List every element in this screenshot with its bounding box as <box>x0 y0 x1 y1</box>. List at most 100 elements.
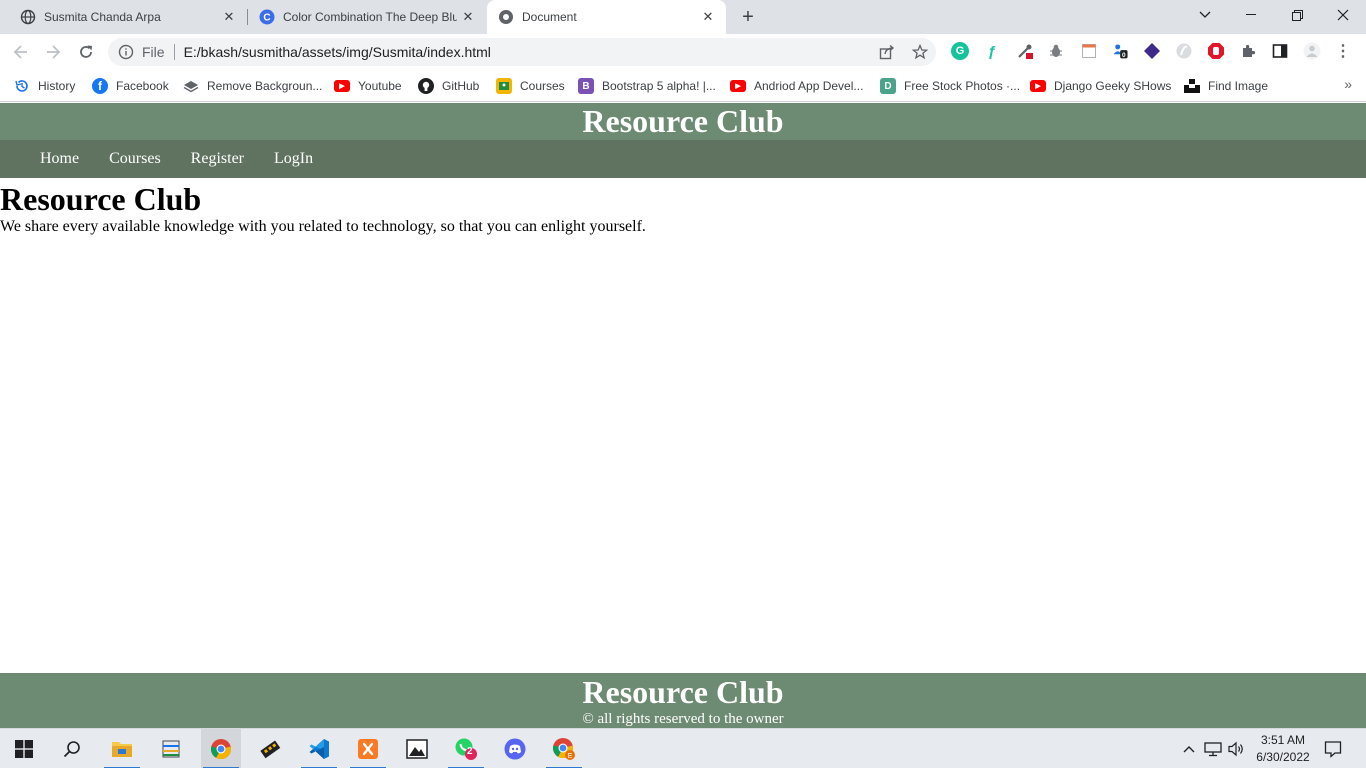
windows-taskbar: 2 E 3:51 AM 6/30/2022 <box>0 728 1366 768</box>
bookmark-label: Facebook <box>116 79 169 93</box>
system-clock[interactable]: 3:51 AM 6/30/2022 <box>1248 732 1318 766</box>
extensions-puzzle-icon[interactable] <box>1239 42 1257 60</box>
svg-text:0: 0 <box>1122 52 1126 59</box>
adblock-icon[interactable] <box>1207 42 1225 60</box>
back-button[interactable] <box>9 40 33 64</box>
bookmark-label: Remove Backgroun... <box>207 79 323 93</box>
forward-button[interactable] <box>41 40 65 64</box>
youtube-icon: ▶ <box>1030 80 1046 92</box>
tab-title: Document <box>522 10 577 24</box>
main-content: Resource Club We share every available k… <box>0 180 1366 236</box>
window-extension-icon[interactable] <box>1080 42 1098 60</box>
memory-app-icon[interactable] <box>250 729 290 768</box>
search-icon[interactable] <box>52 729 92 768</box>
diamond-extension-icon[interactable] <box>1143 42 1161 60</box>
share-icon[interactable] <box>877 42 897 62</box>
xampp-icon[interactable] <box>348 729 388 768</box>
svg-text:C: C <box>263 13 270 24</box>
side-panel-icon[interactable] <box>1271 42 1289 60</box>
extension-leaf-icon[interactable]: ƒ <box>983 42 1001 60</box>
restore-button[interactable] <box>1274 0 1320 30</box>
tab-susmita[interactable]: Susmita Chanda Arpa ✕ <box>0 0 247 34</box>
reload-button[interactable] <box>74 40 98 64</box>
profile-avatar-icon[interactable] <box>1303 42 1321 60</box>
bookmark-youtube[interactable]: ▶ Youtube <box>334 76 402 96</box>
bug-icon[interactable] <box>1047 42 1065 60</box>
site-footer: Resource Club © all rights reserved to t… <box>0 673 1366 728</box>
globe-icon <box>20 9 36 25</box>
footer-copyright: © all rights reserved to the owner <box>582 711 784 727</box>
tab-strip: Susmita Chanda Arpa ✕ C Color Combinatio… <box>0 0 1366 34</box>
bookmark-find-image[interactable]: Find Image <box>1184 76 1268 96</box>
intro-text: We share every available knowledge with … <box>0 218 646 235</box>
c-logo-icon: C <box>259 9 275 25</box>
globe-icon <box>498 9 514 25</box>
clock-date: 6/30/2022 <box>1256 750 1310 764</box>
d-logo-icon: D <box>880 78 896 94</box>
facebook-icon: f <box>92 78 108 94</box>
scheme-divider <box>173 44 175 60</box>
task-app-icon[interactable] <box>151 729 191 768</box>
show-hidden-icons-icon[interactable] <box>1180 729 1198 768</box>
bookmark-remove-background[interactable]: Remove Backgroun... <box>183 76 322 96</box>
people-extension-icon[interactable]: 0 <box>1112 42 1130 60</box>
bookmarks-bar: History f Facebook Remove Backgroun... ▶… <box>0 70 1366 102</box>
nav-login-link[interactable]: LogIn <box>274 150 313 168</box>
site-nav: Home Courses Register LogIn <box>0 140 1366 178</box>
photos-icon[interactable] <box>397 729 437 768</box>
bookmark-star-icon[interactable] <box>910 42 930 62</box>
color-picker-icon[interactable] <box>1016 42 1034 60</box>
address-bar[interactable]: File E:/bkash/susmitha/assets/img/Susmit… <box>108 38 936 66</box>
site-title: Resource Club <box>582 103 784 139</box>
bookmark-django[interactable]: ▶ Django Geeky SHows <box>1030 76 1171 96</box>
bookmark-android-app[interactable]: ▶ Andriod App Devel... <box>730 76 863 96</box>
bookmark-bootstrap[interactable]: B Bootstrap 5 alpha! |... <box>578 76 716 96</box>
site-header: Resource Club <box>0 103 1366 140</box>
nav-courses-link[interactable]: Courses <box>109 150 161 168</box>
new-tab-button[interactable]: + <box>738 7 758 27</box>
bookmark-label: Bootstrap 5 alpha! |... <box>602 79 716 93</box>
chrome-profile-icon[interactable]: E <box>544 729 584 768</box>
browser-menu-icon[interactable]: ⋮ <box>1334 42 1352 60</box>
close-tab-icon[interactable]: ✕ <box>460 9 476 25</box>
bookmark-courses[interactable]: Courses <box>496 76 565 96</box>
network-icon[interactable] <box>1203 729 1223 768</box>
nav-register-link[interactable]: Register <box>191 150 244 168</box>
github-icon <box>418 78 434 94</box>
info-icon[interactable] <box>118 44 134 60</box>
tab-document[interactable]: Document ✕ <box>487 0 726 34</box>
tab-search-icon[interactable] <box>1182 0 1228 30</box>
bookmark-history[interactable]: History <box>14 76 75 96</box>
file-explorer-icon[interactable] <box>102 729 142 768</box>
tab-color-combination[interactable]: C Color Combination The Deep Blu ✕ <box>248 0 486 34</box>
bookmark-label: Django Geeky SHows <box>1054 79 1172 93</box>
bookmark-facebook[interactable]: f Facebook <box>92 76 169 96</box>
bootstrap-icon: B <box>578 78 594 94</box>
whatsapp-icon[interactable]: 2 <box>446 729 486 768</box>
close-window-button[interactable] <box>1320 0 1366 30</box>
close-tab-icon[interactable]: ✕ <box>221 9 237 25</box>
notifications-icon[interactable] <box>1322 729 1344 768</box>
chrome-icon[interactable] <box>201 729 241 768</box>
youtube-icon: ▶ <box>730 80 746 92</box>
bookmark-free-stock-photos[interactable]: D Free Stock Photos ·... <box>880 76 1020 96</box>
tab-title: Susmita Chanda Arpa <box>44 10 161 24</box>
clock-time: 3:51 AM <box>1260 733 1306 747</box>
minimize-button[interactable] <box>1228 0 1274 30</box>
close-tab-icon[interactable]: ✕ <box>700 9 716 25</box>
nav-home-link[interactable]: Home <box>40 150 79 168</box>
bookmark-github[interactable]: GitHub <box>418 76 479 96</box>
url-scheme: File <box>142 44 165 60</box>
circle-extension-icon[interactable] <box>1175 42 1193 60</box>
layers-icon <box>183 78 199 94</box>
bookmark-label: History <box>38 79 76 93</box>
vscode-icon[interactable] <box>299 729 339 768</box>
web-page: Resource Club Home Courses Register LogI… <box>0 103 1366 728</box>
url-text[interactable]: E:/bkash/susmitha/assets/img/Susmita/ind… <box>184 44 491 60</box>
grammarly-icon[interactable]: G <box>951 42 969 60</box>
more-bookmarks-icon[interactable]: » <box>1344 76 1352 92</box>
volume-icon[interactable] <box>1226 729 1246 768</box>
discord-icon[interactable] <box>495 729 535 768</box>
start-button[interactable] <box>4 729 44 768</box>
bookmark-label: Find Image <box>1208 79 1269 93</box>
